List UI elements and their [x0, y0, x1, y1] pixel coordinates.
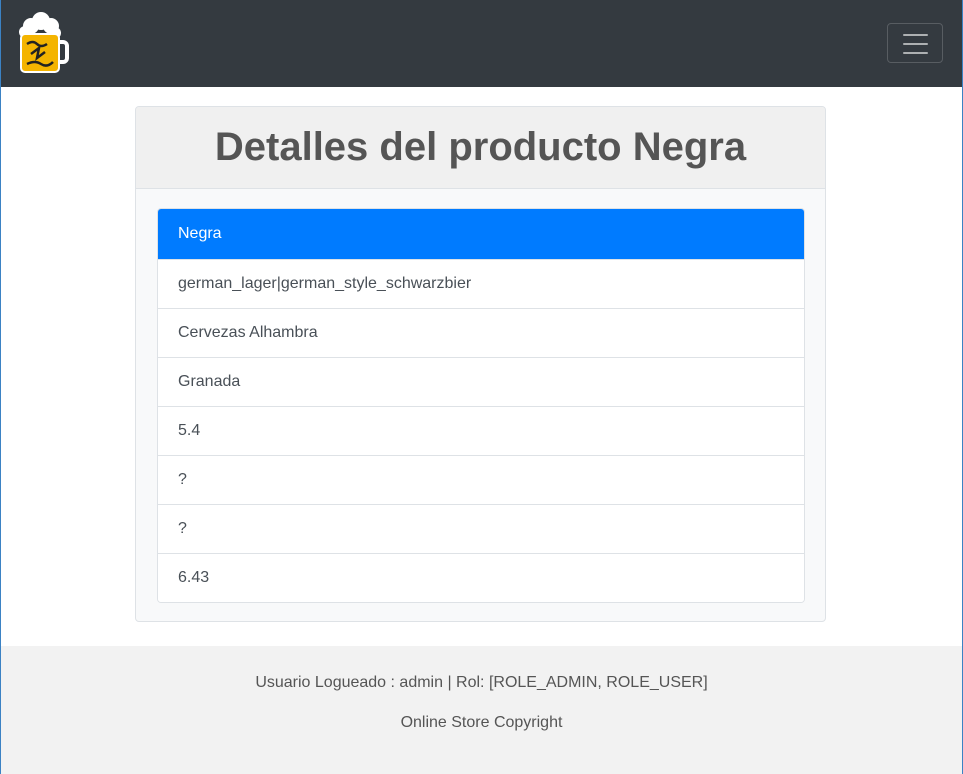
- navbar: [1, 0, 962, 87]
- list-item-name: Negra: [158, 209, 804, 259]
- product-details-card: Detalles del producto Negra Negra german…: [135, 106, 826, 622]
- list-item-price: 6.43: [158, 553, 804, 602]
- navbar-toggle-button[interactable]: [887, 23, 943, 63]
- hamburger-line: [903, 43, 928, 45]
- logged-user-info: Usuario Logueado : admin | Rol: [ROLE_AD…: [255, 674, 708, 691]
- footer: Usuario Logueado : admin | Rol: [ROLE_AD…: [1, 646, 962, 774]
- copyright-text: Online Store Copyright: [400, 714, 563, 731]
- list-item-brewery: Cervezas Alhambra: [158, 308, 804, 357]
- hamburger-line: [903, 52, 928, 54]
- product-attribute-list: Negra german_lager|german_style_schwarzb…: [157, 208, 805, 603]
- list-item-abv: 5.4: [158, 406, 804, 455]
- list-item-unknown-1: ?: [158, 455, 804, 504]
- list-item-city: Granada: [158, 357, 804, 406]
- beer-mug-logo-icon[interactable]: [17, 12, 69, 74]
- list-item-style: german_lager|german_style_schwarzbier: [158, 259, 804, 308]
- list-item-unknown-2: ?: [158, 504, 804, 553]
- card-header: Detalles del producto Negra: [136, 107, 825, 189]
- page-title: Detalles del producto Negra: [214, 125, 747, 169]
- page: Detalles del producto Negra Negra german…: [0, 0, 963, 774]
- hamburger-menu-icon: [903, 34, 928, 36]
